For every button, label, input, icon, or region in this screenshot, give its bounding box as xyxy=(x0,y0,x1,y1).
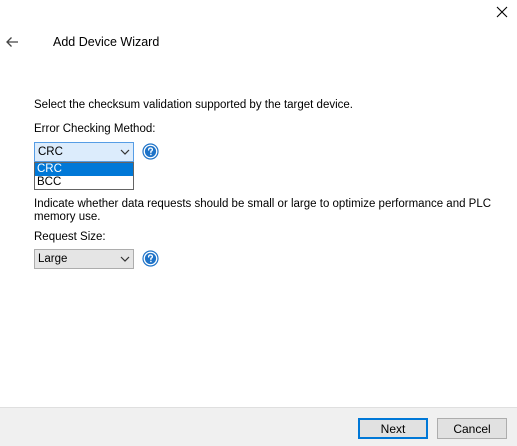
option-bcc[interactable]: BCC xyxy=(35,176,133,189)
checksum-instruction: Select the checksum validation supported… xyxy=(34,99,353,111)
request-size-value: Large xyxy=(38,253,68,265)
error-checking-dropdown-list: CRC BCC xyxy=(34,162,134,190)
request-size-combobox[interactable]: Large xyxy=(34,249,134,269)
footer-bar: Next Cancel xyxy=(0,407,517,446)
help-icon[interactable] xyxy=(142,143,159,160)
next-button[interactable]: Next xyxy=(358,418,428,439)
error-checking-value: CRC xyxy=(38,146,63,158)
request-size-label: Request Size: xyxy=(34,231,106,243)
back-arrow-icon xyxy=(6,37,18,47)
chevron-down-icon xyxy=(117,143,133,161)
wizard-title: Add Device Wizard xyxy=(53,35,160,49)
cancel-button[interactable]: Cancel xyxy=(437,418,507,439)
back-button[interactable] xyxy=(3,33,21,51)
help-icon[interactable] xyxy=(142,250,159,267)
close-icon xyxy=(496,6,508,18)
request-instruction-line2: memory use. xyxy=(34,211,101,223)
error-checking-combobox[interactable]: CRC xyxy=(34,142,134,162)
error-checking-label: Error Checking Method: xyxy=(34,123,156,135)
close-button[interactable] xyxy=(490,2,514,22)
option-crc[interactable]: CRC xyxy=(35,163,133,176)
chevron-down-icon xyxy=(117,250,133,268)
request-instruction-line1: Indicate whether data requests should be… xyxy=(34,198,492,210)
